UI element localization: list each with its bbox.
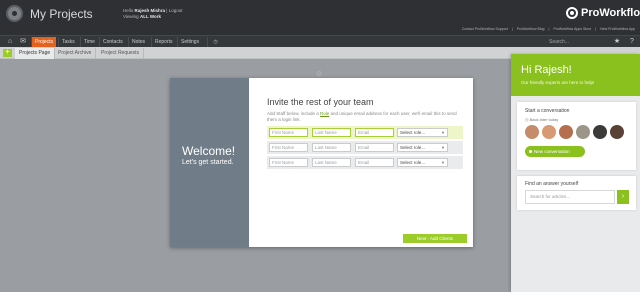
search-input[interactable]: Search...	[549, 38, 606, 46]
page-title: My Projects	[30, 7, 93, 21]
role-select-value: Select role...	[400, 145, 426, 150]
add-project-button[interactable]: +	[3, 49, 12, 57]
user-info: Hello Rajesh Mishra | Logout Viewing ALL…	[123, 8, 183, 19]
role-select-value: Select role...	[400, 160, 426, 165]
welcome-subheading: Let's get started.	[182, 159, 234, 166]
email-field[interactable]: Email	[355, 158, 394, 167]
role-select-value: Select role...	[400, 130, 426, 135]
first-name-field[interactable]: First Name	[269, 158, 308, 167]
subtab-project-requests[interactable]: Project Requests	[97, 48, 145, 59]
arrow-right-icon[interactable]: ›	[617, 190, 629, 204]
help-subtitle: Our friendly experts are here to help!	[521, 80, 595, 85]
new-conversation-button[interactable]: New conversation	[525, 146, 585, 157]
top-links: Contact ProWorkflow Support | ProWorkflo…	[461, 27, 635, 31]
welcome-heading: Welcome!	[182, 144, 236, 158]
staff-row: First Name Last Name Email Select role..…	[267, 126, 463, 139]
top-link-apps[interactable]: ProWorkflow Apps Store	[553, 27, 591, 31]
mail-icon[interactable]: ✉	[17, 37, 29, 47]
brand-logo: ProWorkflow	[566, 7, 640, 19]
first-name-field[interactable]: First Name	[269, 143, 308, 152]
top-link-new-app[interactable]: New ProWorkflow App	[600, 27, 635, 31]
logout-link[interactable]: Logout	[169, 8, 183, 13]
main-nav: ⌂ ✉ Projects Tasks Time Contacts Notes R…	[0, 35, 640, 47]
timer-icon[interactable]: ◷	[207, 37, 223, 47]
top-link-support[interactable]: Contact ProWorkflow Support	[462, 27, 508, 31]
start-conversation-title: Start a conversation	[525, 108, 570, 114]
email-field[interactable]: Email	[355, 128, 394, 137]
viewing-label: Viewing	[123, 14, 139, 19]
avatar	[542, 125, 556, 139]
tab-notes[interactable]: Notes	[128, 37, 148, 47]
avatar	[593, 125, 607, 139]
tab-contacts[interactable]: Contacts	[99, 37, 126, 47]
tab-time[interactable]: Time	[80, 37, 98, 47]
find-answer-title: Find an answer yourself	[525, 181, 579, 187]
modal-sidebar: Welcome! Let's get started.	[170, 78, 249, 247]
background-icon: ⚙	[316, 71, 323, 78]
conversation-card: Start a conversation ◷ Back later today …	[517, 102, 636, 170]
tab-settings[interactable]: Settings	[177, 37, 202, 47]
last-name-field[interactable]: Last Name	[312, 158, 351, 167]
find-answer-card: Find an answer yourself Search for artic…	[517, 176, 636, 210]
star-icon[interactable]: ★	[612, 37, 622, 47]
invite-title: Invite the rest of your team	[267, 97, 374, 107]
help-panel-header: Hi Rajesh! Our friendly experts are here…	[511, 54, 640, 96]
first-name-field[interactable]: First Name	[269, 128, 308, 137]
top-link-blog[interactable]: ProWorkflow Blog	[517, 27, 545, 31]
tab-projects[interactable]: Projects	[31, 37, 57, 47]
article-search-input[interactable]: Search for articles...	[525, 190, 615, 204]
invite-description: Add Staff below, include a Role and uniq…	[267, 111, 457, 122]
role-link[interactable]: Role	[320, 111, 329, 116]
staff-row: First Name Last Name Email Select role..…	[267, 156, 463, 169]
avatar	[610, 125, 624, 139]
tab-tasks[interactable]: Tasks	[58, 37, 78, 47]
role-select[interactable]: Select role... ▼	[397, 158, 448, 167]
app-logo-icon[interactable]	[6, 5, 23, 22]
chevron-down-icon: ▼	[441, 160, 445, 165]
home-icon[interactable]: ⌂	[4, 37, 16, 47]
onboarding-modal: Welcome! Let's get started. Invite the r…	[170, 78, 473, 247]
last-name-field[interactable]: Last Name	[312, 128, 351, 137]
back-later-text: ◷ Back later today	[525, 117, 559, 122]
tab-reports[interactable]: Reports	[151, 37, 176, 47]
brand-name: ProWorkflow	[581, 7, 640, 19]
help-panel: Hi Rajesh! Our friendly experts are here…	[511, 54, 640, 292]
help-greeting: Hi Rajesh!	[521, 64, 572, 76]
top-header: My Projects Hello Rajesh Mishra | Logout…	[0, 0, 640, 35]
next-add-clients-button[interactable]: Next - Add Clients	[403, 234, 467, 243]
chevron-down-icon: ▼	[441, 145, 445, 150]
role-select[interactable]: Select role... ▼	[397, 143, 448, 152]
email-field[interactable]: Email	[355, 143, 394, 152]
avatar	[576, 125, 590, 139]
chevron-down-icon: ▼	[441, 130, 445, 135]
role-select[interactable]: Select role... ▼	[397, 128, 448, 137]
subtab-projects-page[interactable]: Projects Page	[15, 48, 56, 59]
hello-label: Hello	[123, 8, 134, 13]
user-name: Rajesh Mishra	[134, 8, 166, 13]
last-name-field[interactable]: Last Name	[312, 143, 351, 152]
help-icon[interactable]: ?	[627, 37, 637, 47]
staff-row: First Name Last Name Email Select role..…	[267, 141, 463, 154]
viewing-value[interactable]: ALL Work	[140, 14, 161, 19]
subtab-project-archive[interactable]: Project Archive	[54, 48, 97, 59]
avatar	[559, 125, 573, 139]
avatar	[525, 125, 539, 139]
proworkflow-logo-icon	[566, 7, 578, 19]
